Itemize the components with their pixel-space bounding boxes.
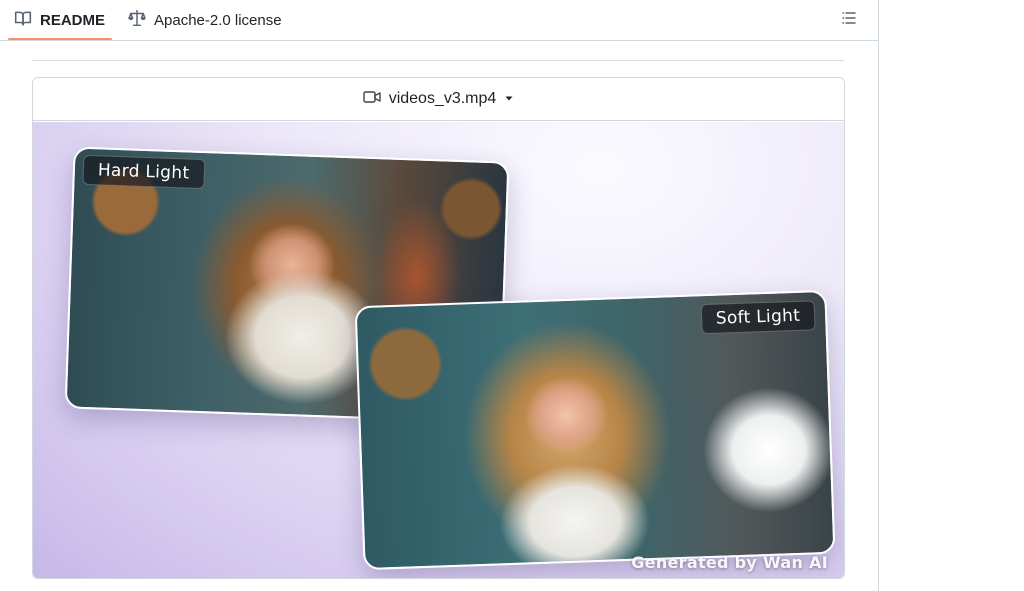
heading-divider [32, 60, 844, 61]
soft-light-card: Soft Light [354, 289, 836, 571]
caret-down-icon [504, 90, 514, 108]
active-tab-underline [8, 38, 112, 40]
tab-license[interactable]: Apache-2.0 license [128, 0, 282, 40]
scale-icon [128, 9, 146, 31]
outline-button[interactable] [837, 8, 861, 32]
readme-tabbar: README Apache-2.0 license [0, 0, 878, 41]
video-player[interactable]: videos_v3.mp4 Hard Light Soft Light Gene… [32, 77, 845, 579]
list-unordered-icon [841, 10, 857, 31]
video-watermark: Generated by Wan AI [631, 553, 828, 572]
tab-readme[interactable]: README [14, 0, 105, 40]
right-gutter [880, 0, 1024, 591]
book-icon [14, 9, 32, 31]
video-camera-icon [362, 90, 381, 109]
video-frame[interactable]: Hard Light Soft Light Generated by Wan A… [33, 122, 844, 578]
soft-light-label: Soft Light [700, 300, 816, 335]
tab-license-label: Apache-2.0 license [154, 11, 282, 29]
video-file-selector[interactable]: videos_v3.mp4 [33, 78, 844, 121]
readme-panel: README Apache-2.0 license videos_v3.mp4 … [0, 0, 879, 591]
tab-readme-label: README [40, 11, 106, 29]
hard-light-label: Hard Light [82, 154, 205, 190]
video-filename: videos_v3.mp4 [388, 90, 497, 107]
